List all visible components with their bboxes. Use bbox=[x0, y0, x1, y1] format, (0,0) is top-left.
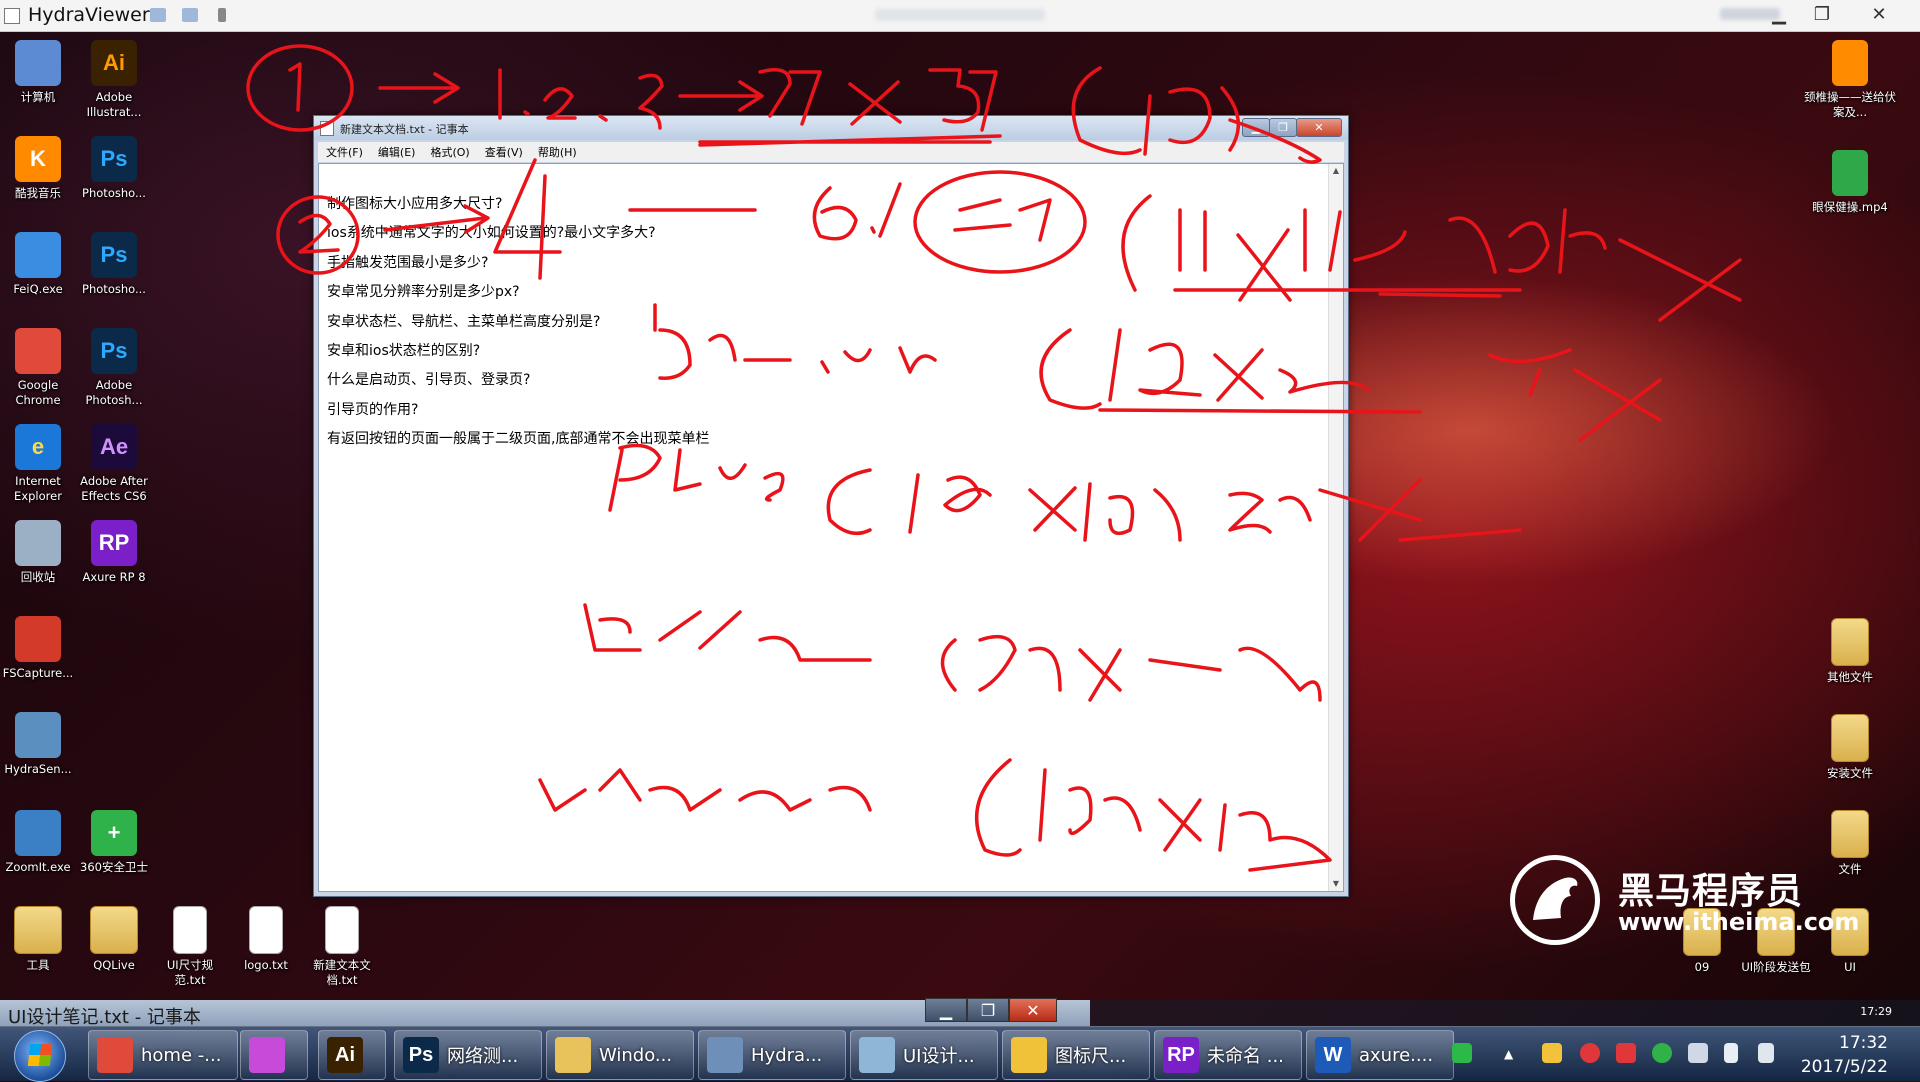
ink-text-87x57 bbox=[758, 68, 998, 132]
taskbar-button-word[interactable]: Waxure.... bbox=[1306, 1030, 1454, 1080]
weibo-tray-icon[interactable] bbox=[1580, 1043, 1600, 1063]
ink-text-2x bbox=[953, 198, 1052, 242]
ink-flourish-1 bbox=[1228, 118, 1322, 164]
taskbar-button-label: 未命名 ... bbox=[1207, 1046, 1284, 1067]
ink-text-180x180-2 bbox=[974, 758, 1332, 872]
notepad-icon bbox=[859, 1037, 895, 1073]
start-button[interactable] bbox=[14, 1030, 66, 1082]
ink-text-123 bbox=[498, 68, 577, 120]
clock-date: 2017/5/22 bbox=[1800, 1057, 1888, 1077]
chrome-icon bbox=[97, 1037, 133, 1073]
taskbar-button-hydra[interactable]: Hydra... bbox=[698, 1030, 846, 1080]
ink-text-180x180 bbox=[826, 468, 1182, 542]
taskbar-button-label: Windo... bbox=[599, 1044, 673, 1066]
icon-size-icon bbox=[1011, 1037, 1047, 1073]
ink-text-ios bbox=[820, 346, 937, 374]
taskbar-clock[interactable]: 17:32 2017/5/22 bbox=[1801, 1031, 1888, 1079]
taskbar: home -... Ai Ps 网络测... Windo... Hydra... UI设计.… bbox=[0, 1026, 1920, 1082]
ink-underline-2 bbox=[1173, 288, 1522, 298]
tray-expand-icon[interactable]: ▲ bbox=[1504, 1047, 1516, 1061]
explorer-icon bbox=[555, 1037, 591, 1073]
word-icon: W bbox=[1315, 1037, 1351, 1073]
taskbar-button-picasa[interactable] bbox=[240, 1030, 308, 1080]
ink-text-3 bbox=[598, 73, 664, 130]
feiq-tray-icon[interactable] bbox=[1542, 1043, 1562, 1063]
picasa-icon bbox=[249, 1037, 285, 1073]
photoshop-icon: Ps bbox=[403, 1037, 439, 1073]
ink-text-6-7 bbox=[812, 182, 902, 241]
ink-underline-1 bbox=[698, 134, 1002, 147]
taskbar-button-label: axure.... bbox=[1359, 1044, 1434, 1066]
secondary-window-buttons: ▁ ❐ ✕ bbox=[925, 998, 1057, 1022]
taskbar-button-label: home -... bbox=[141, 1044, 222, 1066]
secondary-restore-button[interactable]: ❐ bbox=[967, 998, 1009, 1022]
volume-tray-icon[interactable] bbox=[1758, 1043, 1774, 1063]
ink-text-plus bbox=[608, 443, 785, 512]
inner-tray-row: 17:29 bbox=[1090, 1000, 1920, 1026]
acrobat-tray-icon[interactable] bbox=[1616, 1043, 1636, 1063]
ink-text-4 bbox=[493, 158, 562, 280]
ink-text-1024x1024 bbox=[538, 768, 872, 812]
360-tray-icon[interactable] bbox=[1652, 1043, 1672, 1063]
taskbar-button-label: UI设计... bbox=[903, 1046, 975, 1067]
ink-text-36px bbox=[1228, 478, 1522, 542]
ink-text-1024 bbox=[940, 634, 1322, 702]
ink-text-120x120 bbox=[1039, 328, 1370, 410]
taskbar-button-label: Hydra... bbox=[751, 1044, 823, 1066]
ink-digit-1 bbox=[288, 62, 302, 112]
taskbar-button-label: 图标尺... bbox=[1055, 1046, 1127, 1067]
secondary-close-button[interactable]: ✕ bbox=[1009, 998, 1057, 1022]
ink-text-20px bbox=[1448, 208, 1742, 322]
network-tray-icon[interactable] bbox=[1688, 1043, 1708, 1063]
ink-arrow-2 bbox=[678, 80, 764, 112]
taskbar-button-axure[interactable]: RP 未命名 ... bbox=[1154, 1030, 1302, 1080]
taskbar-button-label: 网络测... bbox=[447, 1046, 519, 1067]
ink-text-iphone bbox=[653, 303, 792, 380]
secondary-minimize-button[interactable]: ▁ bbox=[925, 998, 967, 1022]
ink-circle-2x bbox=[913, 170, 1087, 274]
sogou-s-icon[interactable] bbox=[1452, 1043, 1472, 1063]
taskbar-button-notepad[interactable]: UI设计... bbox=[850, 1030, 998, 1080]
clock-time: 17:32 bbox=[1839, 1033, 1888, 1053]
ink-circle-2 bbox=[276, 195, 360, 275]
ink-arrow-3 bbox=[383, 204, 490, 234]
ink-digit-2 bbox=[298, 213, 340, 254]
taskbar-button-photoshop[interactable]: Ps 网络测... bbox=[394, 1030, 542, 1080]
ink-text-1536x2048 bbox=[583, 603, 872, 662]
hydra-icon bbox=[707, 1037, 743, 1073]
taskbar-button-illustrator[interactable]: Ai bbox=[318, 1030, 386, 1080]
ink-text-10px bbox=[1071, 66, 1241, 156]
taskbar-button-icon-size[interactable]: 图标尺... bbox=[1002, 1030, 1150, 1080]
battery-tray-icon[interactable] bbox=[1724, 1043, 1738, 1063]
ink-arrow bbox=[378, 72, 460, 104]
taskbar-button-explorer[interactable]: Windo... bbox=[546, 1030, 694, 1080]
inner-tray-time: 17:29 bbox=[1860, 1005, 1892, 1018]
taskbar-button-chrome[interactable]: home -... bbox=[88, 1030, 238, 1080]
handwriting-annotations bbox=[246, 44, 1742, 872]
axure-icon: RP bbox=[1163, 1037, 1199, 1073]
ink-text-114x114 bbox=[1121, 194, 1407, 302]
illustrator-icon: Ai bbox=[327, 1037, 363, 1073]
